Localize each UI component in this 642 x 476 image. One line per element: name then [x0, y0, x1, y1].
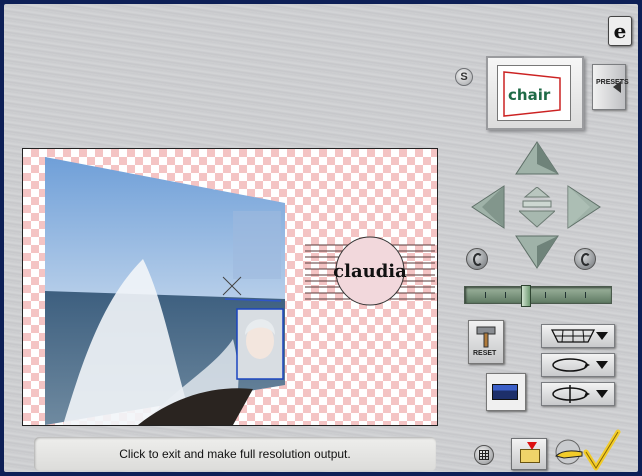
chevron-down-icon	[596, 390, 608, 398]
rotate-right-icon[interactable]	[574, 248, 596, 270]
slider-knob[interactable]	[521, 285, 531, 307]
triangle-down-icon[interactable]	[514, 234, 560, 270]
preview-thumbnail: chair	[497, 65, 571, 121]
preview-canvas[interactable]: claudia	[22, 148, 438, 426]
logo-text: claudia	[333, 261, 407, 282]
spin-axis-icon	[552, 385, 590, 403]
s-button[interactable]: S	[455, 68, 473, 86]
app-logo[interactable]: e	[608, 16, 632, 46]
chevron-down-icon	[596, 361, 608, 369]
status-message: Click to exit and make full resolution o…	[119, 447, 351, 461]
folder-icon	[520, 449, 540, 463]
spin-axis-dropdown[interactable]	[541, 382, 615, 406]
logo-banner: claudia	[305, 236, 435, 306]
preset-preview[interactable]: chair	[486, 56, 584, 130]
grid-plane-dropdown[interactable]	[541, 324, 615, 348]
rotate-loop-dropdown[interactable]	[541, 353, 615, 377]
grid-icon[interactable]	[474, 445, 494, 465]
triangle-up-icon[interactable]	[514, 140, 560, 176]
rotate-left-icon[interactable]	[466, 248, 488, 270]
checkmark-icon[interactable]	[582, 428, 622, 472]
canvas-artwork: claudia	[45, 157, 435, 425]
preview-text: chair	[508, 86, 551, 104]
presets-arrow-icon	[613, 81, 621, 93]
landscape-photo-icon	[492, 384, 518, 400]
chevron-down-icon	[596, 332, 608, 340]
presets-button[interactable]: PRESETS	[592, 64, 629, 110]
hand-pointing-icon[interactable]	[552, 436, 584, 468]
preview-graphic: chair	[503, 71, 561, 117]
hammer-icon	[476, 326, 496, 348]
reset-button[interactable]: RESET	[468, 320, 504, 364]
triangle-right-icon[interactable]	[566, 184, 602, 230]
loop-arrow-icon	[552, 358, 590, 372]
app-window: e S chair PRESETS claudia Click to exit …	[4, 4, 638, 472]
reset-label: RESET	[473, 350, 497, 357]
center-zoom-icon[interactable]	[519, 187, 555, 229]
zoom-slider[interactable]	[464, 285, 612, 307]
status-bar[interactable]: Click to exit and make full resolution o…	[34, 437, 436, 471]
plane-grid-icon	[550, 329, 596, 343]
background-image-button[interactable]	[486, 373, 526, 411]
triangle-left-icon[interactable]	[470, 184, 506, 230]
export-button[interactable]	[511, 438, 547, 470]
